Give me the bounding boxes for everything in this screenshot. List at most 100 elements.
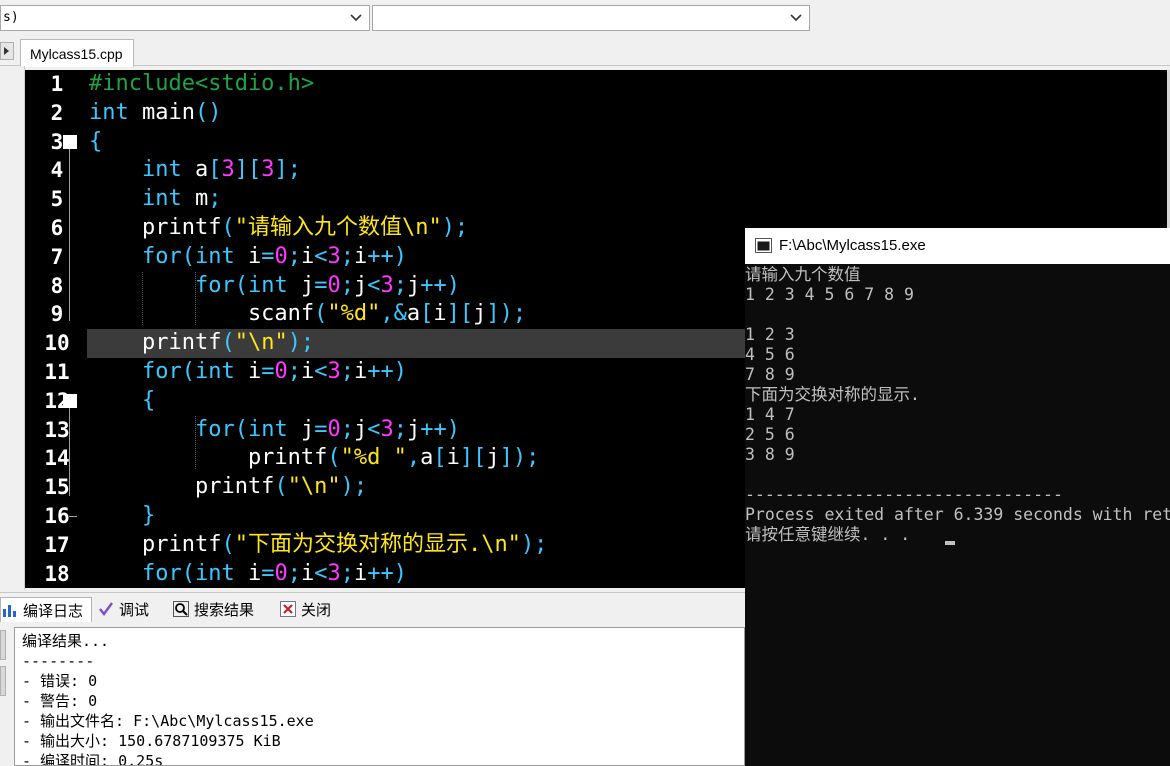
project-panel-toggle[interactable] (0, 42, 14, 60)
code-line[interactable]: for(int i=0;i<3;i++) (89, 243, 407, 272)
code-line[interactable]: #include<stdio.h> (89, 70, 314, 99)
code-line[interactable]: for(int i=0;i<3;i++) (89, 358, 407, 387)
bar-chart-icon (3, 605, 16, 617)
code-line[interactable]: int a[3][3]; (89, 156, 301, 185)
code-token: { (141, 387, 156, 413)
code-token: < (314, 359, 328, 384)
tab-debug[interactable]: 调试 (97, 597, 167, 622)
line-number: 1 (50, 72, 64, 96)
code-token: main (128, 99, 195, 125)
code-line[interactable]: printf("\n"); (89, 473, 367, 502)
code-line[interactable]: scanf("%d",&a[i][j]); (89, 300, 526, 329)
code-token: ( (221, 531, 235, 557)
code-token: a (181, 157, 209, 183)
code-token: ; (393, 416, 407, 442)
line-number: 2 (50, 100, 64, 125)
tab-close-label: 关闭 (301, 602, 332, 619)
code-token: , (406, 445, 421, 471)
code-line[interactable]: printf("\n"); (89, 329, 314, 358)
code-token: = (314, 416, 328, 442)
code-token: m (181, 186, 209, 212)
code-token: j (287, 416, 315, 442)
tab-search-results-label: 搜索结果 (194, 602, 255, 619)
code-token: int (89, 99, 129, 125)
code-token: = (261, 243, 275, 269)
log-line: - 错误: 0 (22, 672, 98, 690)
console-titlebar[interactable]: F:\Abc\Mylcass15.exe (745, 228, 1170, 264)
console-cursor (945, 541, 955, 545)
chevron-down-icon (790, 14, 802, 22)
code-token: "\n" (287, 474, 341, 500)
code-token: ; (287, 243, 301, 269)
code-token: 3 (221, 157, 235, 183)
code-line[interactable]: printf("%d ",a[i][j]); (89, 444, 539, 473)
code-line[interactable]: for(int j=0;j<3;j++) (89, 272, 460, 301)
code-line[interactable]: int m; (89, 185, 222, 214)
console-line: 请按任意键继续. . . (745, 525, 921, 544)
code-token: < (367, 416, 381, 442)
code-line[interactable]: printf("请输入九个数值\n"); (89, 214, 468, 243)
log-side-button[interactable] (0, 666, 6, 696)
code-line[interactable]: { (89, 387, 155, 416)
code-token: ; (340, 416, 354, 442)
code-token: ]); (499, 445, 540, 471)
code-line[interactable]: printf("下面为交换对称的显示.\n"); (89, 531, 547, 560)
log-side-button[interactable] (0, 630, 6, 660)
code-token: ( (274, 474, 288, 500)
code-token: ( (314, 301, 328, 327)
code-token: ; (340, 560, 354, 586)
compile-log-output[interactable]: 编译结果... -------- - 错误: 0 - 警告: 0 - 输出文件名: F:… (14, 627, 745, 766)
console-line: 1 2 3 4 5 6 7 8 9 (745, 285, 914, 304)
code-token: ; (287, 359, 301, 384)
fold-toggle[interactable] (63, 134, 77, 149)
line-number: 10 (44, 331, 70, 356)
code-token: "请输入九个数值\n" (234, 215, 442, 240)
code-token: "\n" (234, 330, 288, 356)
fold-end-tick (69, 516, 77, 517)
code-token: int (247, 272, 288, 298)
console-line: 请输入九个数值 (745, 265, 861, 284)
tab-close[interactable]: 关闭 (279, 597, 347, 622)
log-line: 编译结果... (22, 632, 110, 650)
line-number: 17 (44, 532, 70, 557)
tab-search-results[interactable]: 搜索结果 (172, 597, 274, 622)
line-number: 9 (50, 302, 64, 327)
code-token: ]; (274, 157, 301, 183)
class-dropdown[interactable]: s) (0, 5, 370, 31)
code-token: ); (441, 215, 469, 240)
tab-compile-log[interactable]: 编译日志 (0, 597, 92, 622)
code-token: int (194, 560, 235, 586)
arrow-right-icon (4, 47, 9, 55)
console-line: 2 5 6 (745, 425, 795, 444)
tab-mylcass15-cpp[interactable]: Mylcass15.cpp (20, 39, 134, 67)
code-line[interactable]: for(int j=0;j<3;j++) (89, 416, 460, 445)
console-line: 7 8 9 (745, 365, 795, 384)
code-token: int (141, 157, 182, 183)
code-token: = (261, 560, 275, 586)
code-line[interactable]: for(int i=0;i<3;i++) (89, 560, 407, 588)
code-token: ; (340, 359, 354, 384)
tab-compile-log-label: 编译日志 (23, 603, 84, 620)
code-token: i (446, 445, 460, 471)
tab-debug-label: 调试 (119, 602, 150, 619)
fold-line (69, 407, 70, 497)
code-line[interactable]: } (89, 502, 155, 531)
code-line[interactable]: { (89, 128, 102, 157)
log-line: - 输出大小: 150.6787109375 KiB (22, 732, 281, 750)
code-token: j (287, 272, 315, 298)
console-window[interactable]: F:\Abc\Mylcass15.exe 请输入九个数值 1 2 3 4 5 6 … (745, 228, 1170, 766)
member-dropdown[interactable] (372, 5, 810, 31)
code-token: 0 (274, 243, 288, 269)
code-token: ); (340, 474, 368, 500)
code-line[interactable]: int main() (89, 99, 221, 128)
editor-tab-bar: Mylcass15.cpp (0, 36, 1170, 67)
code-token: i (234, 243, 262, 269)
code-token: ); (287, 330, 315, 356)
fold-toggle[interactable] (63, 393, 77, 408)
code-token: = (261, 359, 275, 384)
code-token: [ (433, 445, 447, 471)
